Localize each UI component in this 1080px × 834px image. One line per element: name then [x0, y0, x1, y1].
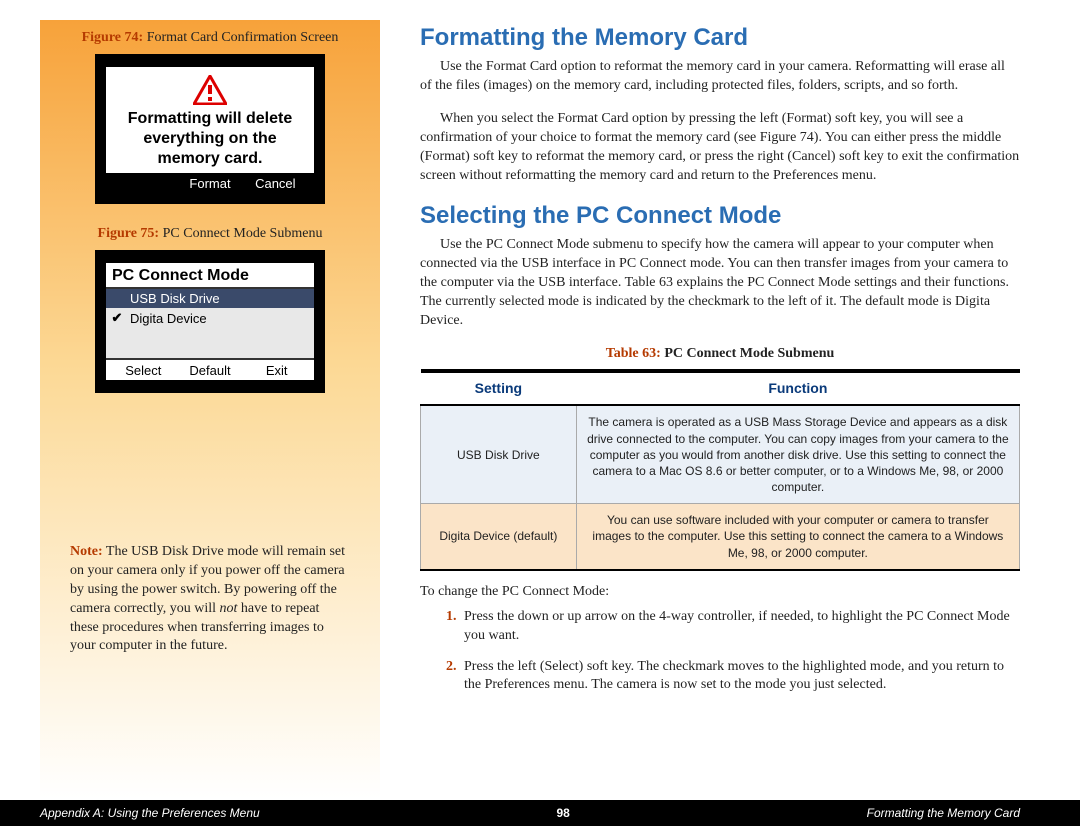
table-row: USB Disk Drive The camera is operated as…	[421, 405, 1020, 503]
table63-col-function: Function	[576, 371, 1019, 405]
figure75-option-digita: ✔Digita Device	[106, 308, 314, 328]
figure74: Formatting will delete everything on the…	[95, 54, 325, 204]
page-footer: Appendix A: Using the Preferences Menu 9…	[0, 800, 1080, 826]
para-change-mode: To change the PC Connect Mode:	[420, 583, 1020, 602]
table63: Setting Function USB Disk Drive The came…	[420, 369, 1020, 570]
figure75-caption: Figure 75: PC Connect Mode Submenu	[70, 226, 350, 242]
footer-page-number: 98	[556, 806, 569, 820]
figure75-softkeys: Select Default Exit	[106, 358, 314, 380]
softkey-default: Default	[177, 363, 244, 378]
figure74-message: Formatting will delete everything on the…	[112, 109, 308, 169]
steps-list: Press the down or up arrow on the 4-way …	[420, 608, 1020, 696]
softkey-cancel: Cancel	[243, 176, 308, 191]
checkmark-icon: ✔	[110, 310, 124, 326]
figure75-title: PC Connect Mode	[106, 263, 314, 289]
sidebar: Figure 74: Format Card Confirmation Scre…	[40, 20, 380, 798]
table63-col-setting: Setting	[421, 371, 577, 405]
warning-icon	[193, 75, 227, 105]
footer-left: Appendix A: Using the Preferences Menu	[40, 806, 260, 820]
list-item: Press the down or up arrow on the 4-way …	[460, 608, 1020, 646]
softkey-format: Format	[177, 176, 242, 191]
footer-right: Formatting the Memory Card	[867, 806, 1020, 820]
figure75: PC Connect Mode USB Disk Drive ✔Digita D…	[95, 250, 325, 393]
softkey-select: Select	[110, 363, 177, 378]
figure74-caption: Figure 74: Format Card Confirmation Scre…	[70, 30, 350, 46]
table-row: Digita Device (default) You can use soft…	[421, 504, 1020, 570]
heading-pcconnect: Selecting the PC Connect Mode	[420, 200, 1020, 232]
para-pcc-1: Use the PC Connect Mode submenu to speci…	[420, 236, 1020, 330]
softkey-exit: Exit	[243, 363, 310, 378]
list-item: Press the left (Select) soft key. The ch…	[460, 658, 1020, 696]
note-block: Note: The USB Disk Drive mode will remai…	[70, 543, 350, 656]
table63-caption: Table 63: PC Connect Mode Submenu	[420, 345, 1020, 364]
figure74-softkeys: Format Cancel	[106, 173, 314, 191]
para-format-1: Use the Format Card option to reformat t…	[420, 58, 1020, 96]
main-content: Formatting the Memory Card Use the Forma…	[420, 20, 1020, 798]
para-format-2: When you select the Format Card option b…	[420, 110, 1020, 186]
figure75-option-usb: USB Disk Drive	[106, 289, 314, 308]
heading-formatting: Formatting the Memory Card	[420, 22, 1020, 54]
